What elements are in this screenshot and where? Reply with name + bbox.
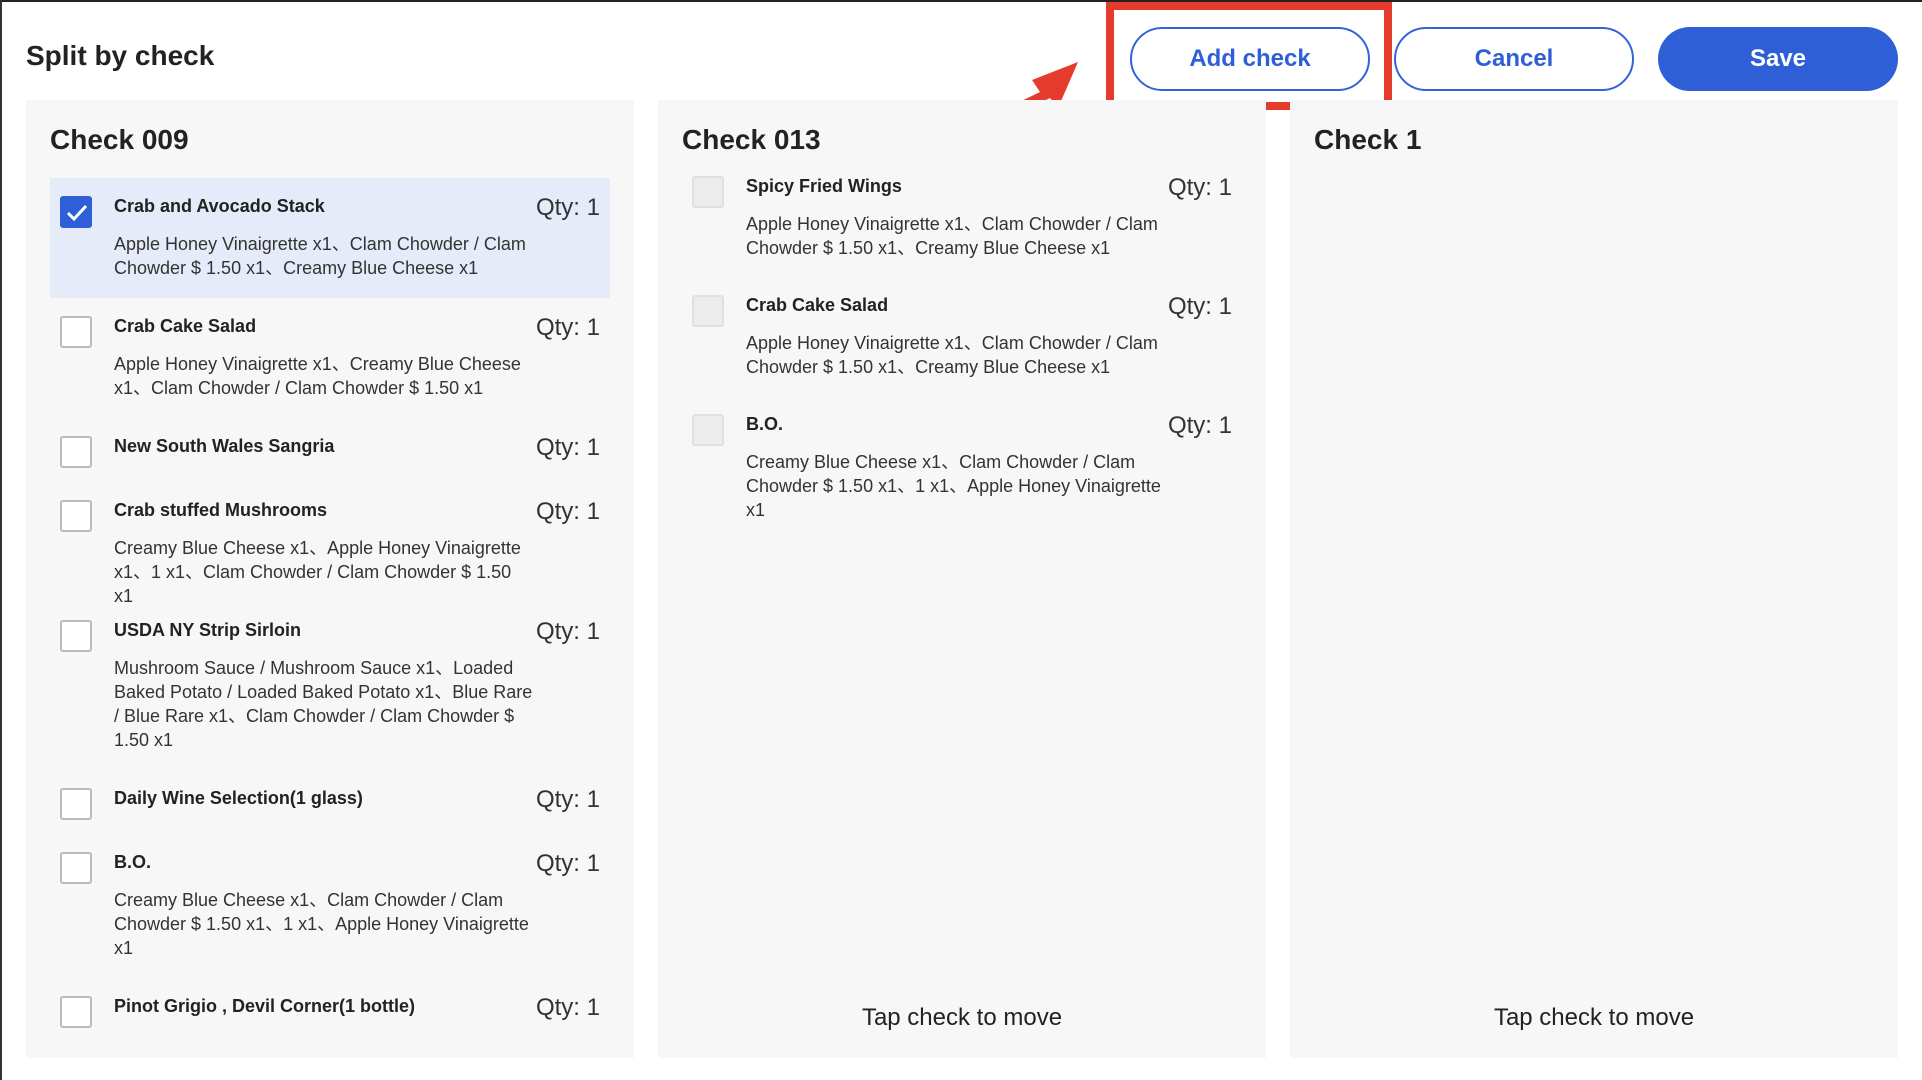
item-name: Crab and Avocado Stack: [114, 196, 325, 216]
list-item[interactable]: Daily Wine Selection(1 glass) Qty: 1: [50, 770, 610, 826]
item-qty: Qty: 1: [535, 618, 600, 645]
check-title: Check 1: [1314, 124, 1422, 155]
item-qty: Qty: 1: [535, 194, 600, 221]
item-name: Spicy Fried Wings: [746, 176, 902, 196]
list-item[interactable]: Crab and Avocado Stack Qty: 1 Apple Hone…: [50, 178, 610, 298]
item-modifiers: Apple Honey Vinaigrette x1、Clam Chowder …: [746, 333, 1158, 377]
item-modifiers: Creamy Blue Cheese x1、Clam Chowder / Cla…: [114, 890, 529, 958]
checkbox[interactable]: [60, 996, 92, 1028]
list-item[interactable]: B.O. Qty: 1 Creamy Blue Cheese x1、Clam C…: [682, 396, 1242, 538]
list-item[interactable]: Crab Cake Salad Qty: 1 Apple Honey Vinai…: [682, 277, 1242, 395]
save-button[interactable]: Save: [1658, 27, 1898, 91]
add-check-button[interactable]: Add check: [1130, 27, 1370, 91]
list-item[interactable]: B.O. Qty: 1 Creamy Blue Cheese x1、Clam C…: [50, 834, 610, 976]
checkbox[interactable]: [60, 196, 92, 228]
checkbox[interactable]: [692, 414, 724, 446]
item-name: B.O.: [114, 852, 152, 872]
checkbox[interactable]: [692, 176, 724, 208]
item-qty: Qty: 1: [535, 498, 600, 525]
item-name: Pinot Grigio , Devil Corner(1 bottle): [114, 996, 416, 1016]
check-column-1[interactable]: Check 1 Tap check to move: [1290, 100, 1898, 1058]
cancel-button[interactable]: Cancel: [1394, 27, 1634, 91]
list-item[interactable]: USDA NY Strip Sirloin Qty: 1 Mushroom Sa…: [50, 602, 610, 768]
item-modifiers: Creamy Blue Cheese x1、Apple Honey Vinaig…: [114, 538, 521, 606]
check-column-009[interactable]: Check 009 Crab and Avocado Stack Qty: 1 …: [26, 100, 634, 1058]
item-modifiers: Apple Honey Vinaigrette x1、Clam Chowder …: [746, 214, 1158, 258]
checkbox[interactable]: [692, 295, 724, 327]
check-title: Check 009: [50, 124, 189, 155]
list-item[interactable]: Spicy Fried Wings Qty: 1 Apple Honey Vin…: [682, 158, 1242, 276]
item-name: Crab Cake Salad: [746, 295, 889, 315]
item-name: B.O.: [746, 414, 784, 434]
list-item[interactable]: New South Wales Sangria Qty: 1: [50, 418, 610, 474]
checkbox[interactable]: [60, 788, 92, 820]
item-name: Crab stuffed Mushrooms: [114, 500, 328, 520]
item-modifiers: Apple Honey Vinaigrette x1、Clam Chowder …: [114, 234, 526, 278]
item-name: New South Wales Sangria: [114, 436, 335, 456]
checkbox[interactable]: [60, 620, 92, 652]
check-title: Check 013: [682, 124, 821, 155]
item-qty: Qty: 1: [1167, 293, 1232, 320]
page-title: Split by check: [26, 40, 215, 71]
item-modifiers: Creamy Blue Cheese x1、Clam Chowder / Cla…: [746, 452, 1161, 520]
check-column-013[interactable]: Check 013 Spicy Fried Wings Qty: 1 Apple…: [658, 100, 1266, 1058]
list-item[interactable]: Crab Cake Salad Qty: 1 Apple Honey Vinai…: [50, 298, 610, 416]
checkbox[interactable]: [60, 316, 92, 348]
item-qty: Qty: 1: [535, 434, 600, 461]
item-name: Crab Cake Salad: [114, 316, 257, 336]
checkbox[interactable]: [60, 500, 92, 532]
item-qty: Qty: 1: [1167, 174, 1232, 201]
item-modifiers: Mushroom Sauce / Mushroom Sauce x1、Loade…: [114, 658, 533, 750]
item-name: Daily Wine Selection(1 glass): [114, 788, 363, 808]
item-qty: Qty: 1: [535, 786, 600, 813]
window-top-border: [0, 0, 1922, 2]
item-modifiers: Apple Honey Vinaigrette x1、Creamy Blue C…: [114, 354, 521, 398]
item-qty: Qty: 1: [535, 850, 600, 877]
tap-to-move-hint[interactable]: Tap check to move: [658, 1004, 1266, 1032]
list-item[interactable]: Pinot Grigio , Devil Corner(1 bottle) Qt…: [50, 978, 610, 1034]
window-left-border: [0, 0, 2, 1080]
tap-to-move-hint[interactable]: Tap check to move: [1290, 1004, 1898, 1032]
checkmark-icon: [66, 204, 88, 222]
checkbox[interactable]: [60, 436, 92, 468]
item-name: USDA NY Strip Sirloin: [114, 620, 302, 640]
item-qty: Qty: 1: [535, 314, 600, 341]
item-qty: Qty: 1: [1167, 412, 1232, 439]
checkbox[interactable]: [60, 852, 92, 884]
item-qty: Qty: 1: [535, 994, 600, 1021]
